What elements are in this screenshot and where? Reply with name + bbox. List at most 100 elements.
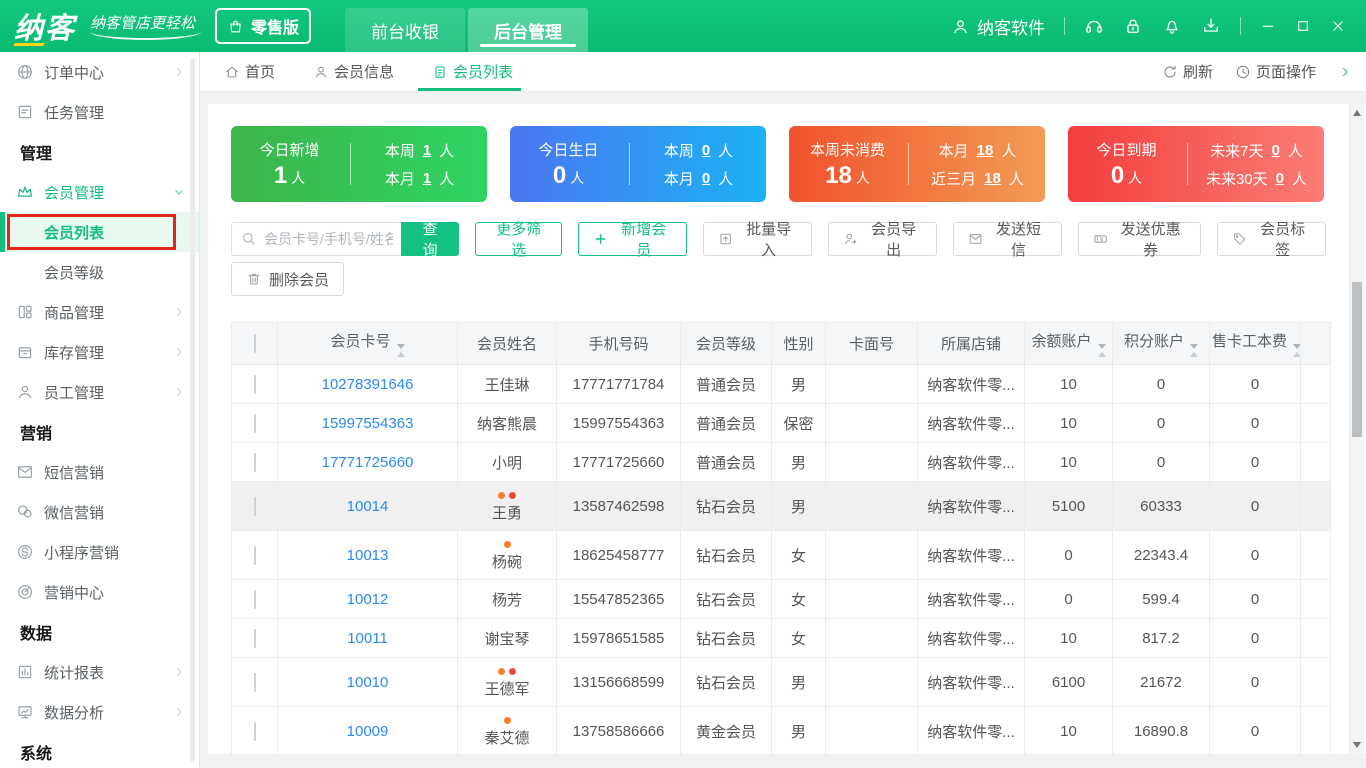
scroll-up-arrow[interactable] — [1353, 110, 1361, 116]
sidebar-item[interactable]: 统计报表 — [0, 652, 199, 692]
row-checkbox[interactable] — [254, 546, 256, 565]
row-checkbox[interactable] — [254, 497, 256, 516]
sidebar-item[interactable]: 库存管理 — [0, 332, 199, 372]
row-checkbox[interactable] — [254, 453, 256, 472]
sidebar-item[interactable]: 数据分析 — [0, 692, 199, 732]
tab-home[interactable]: 首页 — [220, 52, 279, 91]
sort-arrows-icon[interactable] — [1190, 344, 1198, 357]
chevron-right-icon[interactable] — [1338, 65, 1352, 79]
tab-front-cashier[interactable]: 前台收银 — [345, 8, 465, 52]
stat-row-value[interactable]: 0 — [702, 170, 710, 187]
points-account: 599.4 — [1113, 580, 1210, 619]
row-checkbox[interactable] — [254, 375, 256, 394]
member-store: 纳客软件零... — [918, 404, 1025, 443]
member-card-link[interactable]: 10013 — [347, 547, 389, 564]
member-export-button[interactable]: 会员导出 — [828, 222, 937, 256]
sort-arrows-icon[interactable] — [397, 344, 405, 357]
lock-icon[interactable] — [1123, 16, 1143, 36]
scroll-down-arrow[interactable] — [1353, 742, 1361, 748]
bell-icon[interactable] — [1162, 16, 1182, 36]
tab-member-list[interactable]: 会员列表 — [428, 52, 517, 91]
scrollbar-thumb[interactable] — [1352, 282, 1362, 437]
sidebar-item[interactable]: 会员列表 — [0, 212, 199, 252]
row-checkbox[interactable] — [254, 629, 256, 648]
refresh-button[interactable]: 刷新 — [1162, 61, 1213, 82]
close-button[interactable] — [1330, 18, 1346, 34]
sidebar-item[interactable]: 订单中心 — [0, 52, 199, 92]
stat-row-value[interactable]: 1 — [423, 142, 431, 159]
member-card-link[interactable]: 10011 — [347, 630, 388, 647]
content-scrollbar[interactable] — [1349, 104, 1364, 754]
stat-card: 今日生日0人本周0人本月0人 — [510, 126, 766, 202]
stat-row-value[interactable]: 0 — [702, 142, 710, 159]
member-phone: 18625458777 — [557, 531, 681, 580]
sidebar-item[interactable]: 商品管理 — [0, 292, 199, 332]
stat-row-value[interactable]: 18 — [984, 170, 1001, 187]
delete-member-button[interactable]: 删除会员 — [231, 262, 344, 296]
batch-import-button[interactable]: 批量导入 — [703, 222, 812, 256]
tab-member-info[interactable]: 会员信息 — [309, 52, 398, 91]
sidebar-item[interactable]: 短信营销 — [0, 452, 199, 492]
member-gender: 女 — [772, 619, 826, 658]
headset-icon[interactable] — [1084, 16, 1104, 36]
sort-arrows-icon[interactable] — [1098, 344, 1106, 357]
chevron-right-icon — [173, 706, 185, 718]
sidebar-item[interactable]: 微信营销 — [0, 492, 199, 532]
user-account[interactable]: 纳客软件 — [951, 14, 1045, 39]
download-icon[interactable] — [1201, 16, 1221, 36]
more-filters-button[interactable]: 更多筛选 — [475, 222, 562, 256]
stat-row-value[interactable]: 18 — [977, 142, 994, 159]
page-operations-button[interactable]: 页面操作 — [1235, 61, 1316, 82]
member-gender: 女 — [772, 580, 826, 619]
send-sms-button[interactable]: 发送短信 — [953, 222, 1062, 256]
row-checkbox[interactable] — [254, 722, 256, 741]
member-card-link[interactable]: 10014 — [347, 498, 389, 515]
sidebar-item[interactable]: 会员等级 — [0, 252, 199, 292]
member-phone: 13587462598 — [557, 482, 681, 531]
stat-row-value[interactable]: 1 — [423, 170, 431, 187]
member-name: 小明 — [458, 443, 557, 482]
send-coupon-button[interactable]: ¥发送优惠券 — [1078, 222, 1201, 256]
sidebar-scrollbar[interactable] — [190, 58, 195, 762]
column-label: 会员姓名 — [477, 336, 537, 353]
member-level: 普通会员 — [681, 365, 772, 404]
member-store: 纳客软件零... — [918, 580, 1025, 619]
member-card-link[interactable]: 17771725660 — [322, 454, 414, 471]
minimize-button[interactable] — [1260, 18, 1276, 34]
stat-row-label: 本月 — [385, 168, 415, 189]
member-tag-button[interactable]: 会员标签 — [1217, 222, 1326, 256]
sidebar-item[interactable]: 员工管理 — [0, 372, 199, 412]
row-checkbox[interactable] — [254, 414, 256, 433]
logo-text: 纳客 — [14, 5, 76, 47]
select-all-checkbox[interactable] — [254, 334, 256, 353]
member-card-link[interactable]: 15997554363 — [322, 415, 414, 432]
member-card-link[interactable]: 10012 — [347, 591, 389, 608]
sidebar-item-label: 商品管理 — [44, 302, 104, 323]
search-button[interactable]: 查询 — [401, 222, 459, 256]
card-no-cell: 15997554363 — [278, 404, 458, 443]
stat-row-value[interactable]: 0 — [1276, 170, 1284, 187]
row-checkbox[interactable] — [254, 673, 256, 692]
stat-card-details: 本周1人本月1人 — [361, 140, 479, 189]
member-card-link[interactable]: 10010 — [347, 674, 389, 691]
member-name-text: 王勇 — [460, 502, 554, 523]
points-account: 60333 — [1113, 482, 1210, 531]
sidebar-item[interactable]: 会员管理 — [0, 172, 199, 212]
member-store: 纳客软件零... — [918, 658, 1025, 707]
maximize-button[interactable] — [1295, 18, 1311, 34]
stat-row-unit: 人 — [1001, 140, 1016, 161]
sort-arrows-icon[interactable] — [1293, 344, 1300, 357]
member-level: 钻石会员 — [681, 580, 772, 619]
tab-backend-manage[interactable]: 后台管理 — [468, 8, 588, 52]
tasks-icon — [16, 103, 34, 121]
add-member-button[interactable]: 新增会员 — [578, 222, 687, 256]
card-fee: 0 — [1210, 482, 1301, 531]
sidebar-item[interactable]: 营销中心 — [0, 572, 199, 612]
member-card-link[interactable]: 10278391646 — [322, 376, 414, 393]
member-card-link[interactable]: 10009 — [347, 723, 389, 740]
row-checkbox[interactable] — [254, 590, 256, 609]
stat-row-value[interactable]: 0 — [1271, 142, 1279, 159]
member-dots — [460, 715, 554, 724]
sidebar-item[interactable]: 小程序营销 — [0, 532, 199, 572]
sidebar-item[interactable]: 任务管理 — [0, 92, 199, 132]
